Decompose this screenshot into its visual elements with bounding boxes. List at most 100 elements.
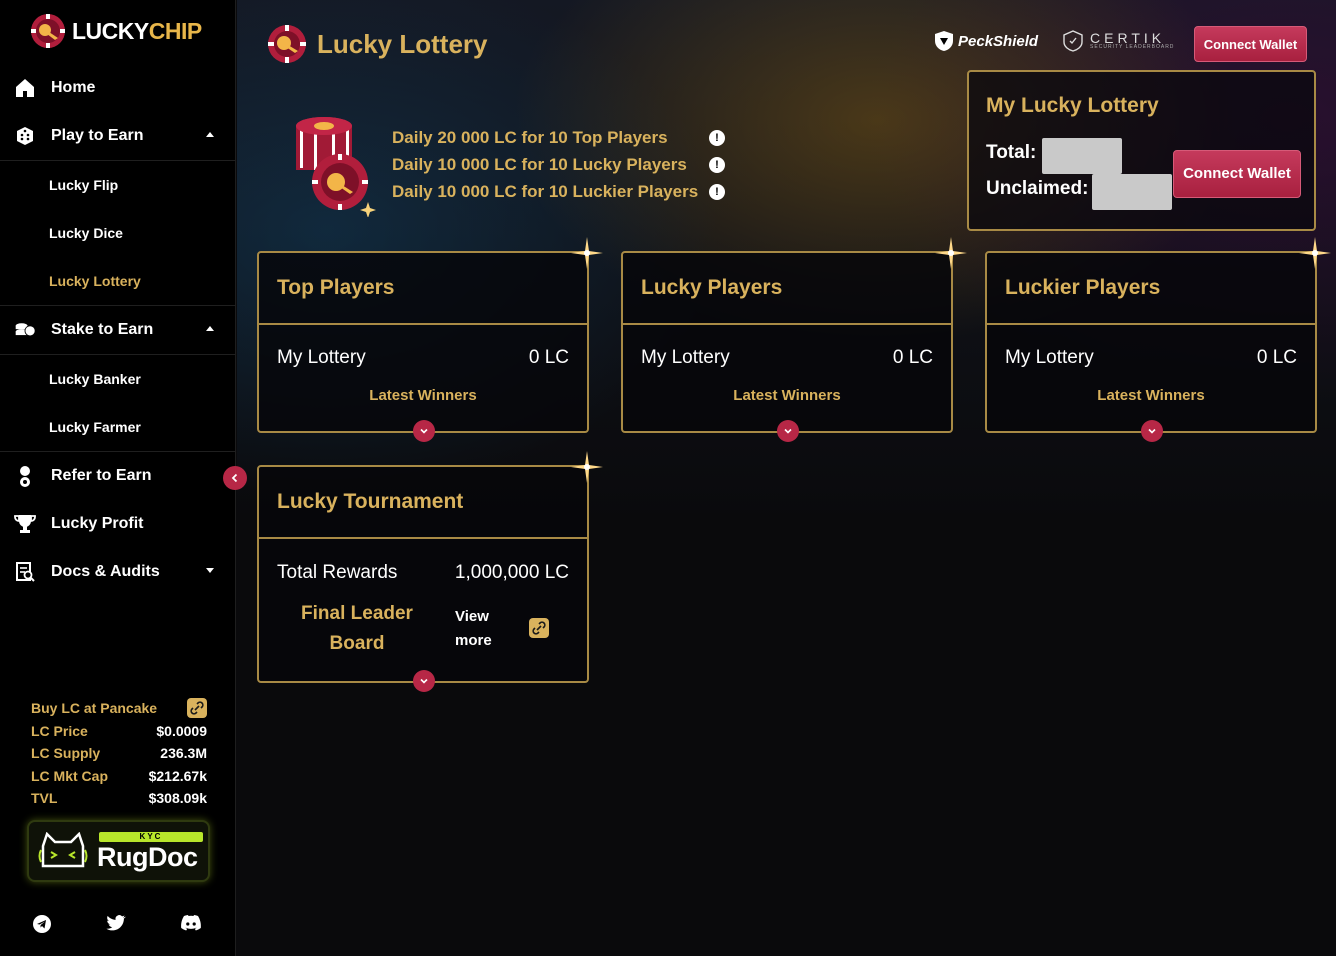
expand-button[interactable] [413,670,435,692]
kyc-label: KYC [99,832,203,842]
telegram-icon[interactable] [32,914,52,939]
expand-button[interactable] [777,420,799,442]
chevron-left-icon [231,473,238,483]
rewards-label: Total Rewards [277,562,398,583]
buy-lc-label: Buy LC at Pancake [31,700,158,717]
external-link-icon[interactable] [529,618,549,638]
stat-row-tvl: TVL $308.09k [31,787,207,810]
sidebar-item-home[interactable]: Home [0,64,236,112]
view-more-link[interactable]: View more [455,605,515,653]
latest-winners-link[interactable]: Latest Winners [623,387,951,404]
sidebar-item-lucky-profit[interactable]: Lucky Profit [0,500,236,548]
chevron-down-icon [1148,428,1156,434]
promo-text: Daily 10 000 LC for 10 Luckier Players [392,181,699,201]
chevron-down-icon [420,428,428,434]
chip-stack-icon [296,117,376,217]
final-leader-board-link[interactable]: Final Leader Board [289,599,425,659]
brand-logo[interactable]: LUCKYCHIP [30,13,202,49]
rugdoc-kyc-badge[interactable]: KYC RugDoc [27,820,210,882]
row-label: My Lottery [641,347,730,368]
chevron-up-icon [206,132,214,137]
stat-label: TVL [31,790,58,807]
total-value-placeholder [1042,138,1122,174]
rugdoc-label: RugDoc [97,842,198,872]
page-header: Lucky Lottery [267,24,488,64]
sidebar-item-docs-audits[interactable]: Docs & Audits [0,548,236,596]
peckshield-logo[interactable]: PeckShield [934,30,1038,52]
latest-winners-link[interactable]: Latest Winners [259,387,587,404]
sidebar-nav: Home Play to Earn Lucky Flip Lucky Dice … [0,64,236,596]
coins-icon [14,319,36,341]
sidebar-item-refer-to-earn[interactable]: Refer to Earn [0,452,236,500]
info-icon[interactable]: ! [709,129,725,146]
info-icon[interactable]: ! [709,156,725,173]
top-players-card: Top Players My Lottery 0 LC Latest Winne… [257,237,603,442]
row-label: My Lottery [277,347,366,368]
chevron-down-icon [784,428,792,434]
certik-label: CERTIK [1090,30,1166,46]
sparkle-icon [571,451,603,483]
expand-button[interactable] [413,420,435,442]
stat-label: LC Mkt Cap [31,767,108,784]
my-lucky-lottery-panel: My Lucky Lottery Total: Unclaimed: Conne… [967,70,1316,231]
twitter-icon[interactable] [106,914,126,939]
audit-logos: PeckShield CERTIK SECURITY LEADERBOARD [934,30,1174,52]
row-value: 0 LC [528,347,569,368]
sparkle-icon [571,237,603,269]
expand-button[interactable] [1141,420,1163,442]
chip-logo-icon [31,14,65,48]
sidebar-subitem-lucky-farmer[interactable]: Lucky Farmer [0,403,236,451]
stat-label: LC Price [31,722,88,739]
sidebar-subitem-lucky-flip[interactable]: Lucky Flip [0,161,236,209]
stat-row-mktcap: LC Mkt Cap $212.67k [31,765,207,788]
chevron-down-icon [420,678,428,684]
sparkle-icon [935,237,967,269]
info-icon[interactable]: ! [709,183,725,200]
peckshield-label: PeckShield [958,32,1039,50]
lucky-players-card: Lucky Players My Lottery 0 LC Latest Win… [621,237,967,442]
sidebar-item-label: Refer to Earn [51,467,152,484]
buy-lc-link[interactable]: Buy LC at Pancake [31,697,207,720]
connect-wallet-button[interactable]: Connect Wallet [1194,26,1307,62]
sidebar-item-stake-to-earn[interactable]: Stake to Earn [0,306,236,354]
card-title: Luckier Players [987,253,1315,325]
sidebar-subitem-lucky-lottery[interactable]: Lucky Lottery [0,257,236,305]
certik-logo[interactable]: CERTIK SECURITY LEADERBOARD [1062,30,1174,52]
sidebar: LUCKYCHIP Home Play to Earn Lucky Flip L… [0,0,236,956]
latest-winners-link[interactable]: Latest Winners [987,387,1315,404]
row-label: My Lottery [1005,347,1094,368]
promo-text: Daily 20 000 LC for 10 Top Players [392,127,668,147]
promo-item: Daily 10 000 LC for 10 Luckier Players ! [392,178,725,205]
social-links [32,914,202,939]
row-value: 0 LC [892,347,933,368]
rugdoc-cat-icon [38,832,88,868]
promo-item: Daily 10 000 LC for 10 Lucky Players ! [392,151,725,178]
certik-icon [1063,30,1083,52]
token-stats: Buy LC at Pancake LC Price $0.0009 LC Su… [31,697,207,810]
external-link-icon[interactable] [187,698,207,719]
promo-list: Daily 20 000 LC for 10 Top Players ! Dai… [392,124,725,205]
referral-icon [14,465,36,487]
dice-icon [14,125,36,147]
sidebar-subitem-lucky-dice[interactable]: Lucky Dice [0,209,236,257]
stat-value: 236.3M [160,745,207,762]
main-content: Lucky Lottery PeckShield CERTIK SECURITY… [237,0,1336,956]
panel-connect-wallet-button[interactable]: Connect Wallet [1173,150,1301,198]
sidebar-item-label: Lucky Profit [51,515,144,532]
sidebar-item-label: Docs & Audits [51,563,160,580]
discord-icon[interactable] [180,914,202,939]
sidebar-collapse-button[interactable] [223,466,247,490]
sidebar-item-play-to-earn[interactable]: Play to Earn [0,112,236,160]
home-icon [14,77,36,99]
chevron-down-icon [206,568,214,573]
rewards-value: 1,000,000 LC [454,562,569,583]
page-title: Lucky Lottery [317,28,488,59]
sidebar-subitem-lucky-banker[interactable]: Lucky Banker [0,355,236,403]
docs-icon [14,561,36,583]
row-value: 0 LC [1256,347,1297,368]
promo-text: Daily 10 000 LC for 10 Lucky Players [392,154,687,174]
card-title: Lucky Players [623,253,951,325]
sidebar-item-label: Stake to Earn [51,321,154,338]
my-lottery-row: My Lottery 0 LC [641,347,933,369]
panel-title: My Lucky Lottery [986,94,1159,117]
